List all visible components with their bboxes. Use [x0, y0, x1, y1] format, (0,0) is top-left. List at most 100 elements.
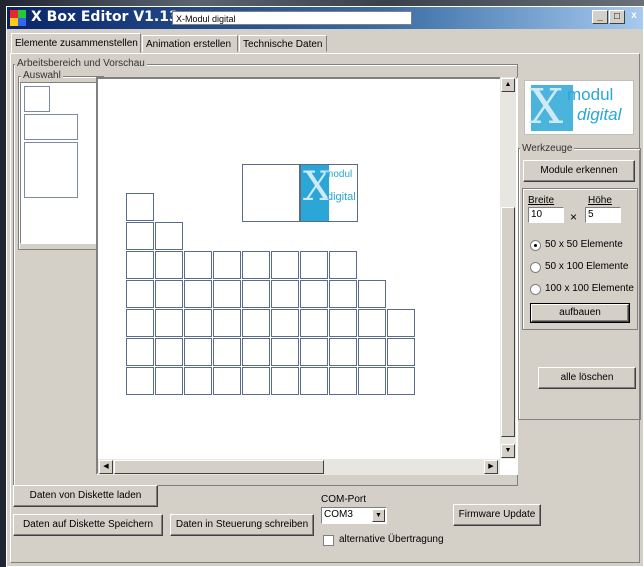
grid-cell[interactable] [242, 309, 270, 337]
grid-cell[interactable] [242, 338, 270, 366]
height-label: Höhe [588, 195, 612, 206]
grid-cell[interactable] [329, 338, 357, 366]
grid-cell[interactable] [126, 251, 154, 279]
grid-cell[interactable] [358, 338, 386, 366]
grid-cell[interactable] [271, 280, 299, 308]
logo-text-modul: modul [567, 85, 614, 104]
grid-cell[interactable] [358, 309, 386, 337]
vertical-scroll-thumb[interactable] [501, 207, 515, 437]
grid-cell[interactable] [184, 338, 212, 366]
grid-cell[interactable] [184, 367, 212, 395]
grid-cell-large[interactable] [242, 164, 300, 222]
grid-cell[interactable] [126, 309, 154, 337]
grid-cell[interactable] [271, 338, 299, 366]
alt-transfer-checkbox[interactable] [323, 535, 334, 546]
radio-100x100[interactable] [530, 284, 541, 295]
grid-cell[interactable] [155, 280, 183, 308]
grid-cell[interactable] [387, 367, 415, 395]
grid-cell[interactable] [387, 309, 415, 337]
grid-cell[interactable] [300, 251, 328, 279]
grid-cell[interactable] [126, 193, 154, 221]
grid-cell[interactable] [126, 280, 154, 308]
maximize-button[interactable]: □ [609, 10, 625, 24]
app-window: X Box Editor V1.13 X-Modul digital _ □ x… [6, 6, 644, 567]
grid-cell[interactable] [242, 251, 270, 279]
width-input[interactable]: 10 [528, 207, 564, 223]
grid-cell[interactable] [213, 367, 241, 395]
grid-cell[interactable] [155, 251, 183, 279]
preview-canvas[interactable]: Xmodul digital [96, 77, 518, 475]
title-bar: X Box Editor V1.13 X-Modul digital _ □ x [7, 7, 643, 29]
xmodul-logo: X modul digital [524, 80, 634, 135]
clear-all-button[interactable]: alle löschen [538, 367, 636, 389]
grid-cell[interactable] [155, 338, 183, 366]
grid-cell[interactable] [300, 367, 328, 395]
grid-cell[interactable] [213, 309, 241, 337]
thumb-100x100[interactable] [24, 142, 78, 198]
grid-cell[interactable] [329, 309, 357, 337]
chevron-down-icon[interactable]: ▼ [372, 509, 385, 522]
app-icon [10, 10, 26, 26]
grid-cell[interactable] [155, 309, 183, 337]
tab-technische-daten[interactable]: Technische Daten [239, 35, 327, 52]
grid-cell[interactable] [126, 222, 154, 250]
grid-cell[interactable] [300, 309, 328, 337]
firmware-update-button[interactable]: Firmware Update [453, 504, 541, 526]
com-port-label: COM-Port [321, 494, 366, 505]
grid-cell[interactable] [184, 280, 212, 308]
grid-cell-logo[interactable]: Xmodul digital [300, 164, 358, 222]
grid-cell[interactable] [300, 338, 328, 366]
title-field: X-Modul digital [172, 11, 412, 25]
grid-cell[interactable] [329, 280, 357, 308]
grid-cell[interactable] [155, 222, 183, 250]
grid-cell[interactable] [126, 338, 154, 366]
com-port-select[interactable]: COM3 ▼ [321, 507, 387, 524]
work-area-label: Arbeitsbereich und Vorschau [15, 58, 147, 69]
build-button[interactable]: aufbauen [530, 303, 630, 323]
grid-cell[interactable] [358, 367, 386, 395]
grid-cell[interactable] [271, 367, 299, 395]
scroll-left-icon[interactable]: ◀ [99, 460, 113, 474]
minimize-button[interactable]: _ [592, 10, 608, 24]
horizontal-scrollbar[interactable]: ◀ ▶ [98, 459, 500, 475]
tab-animation[interactable]: Animation erstellen [142, 35, 238, 52]
tools-label: Werkzeuge [520, 143, 575, 154]
height-input[interactable]: 5 [585, 207, 621, 223]
scroll-up-icon[interactable]: ▲ [501, 78, 515, 92]
grid-cell[interactable] [242, 367, 270, 395]
thumb-50x100[interactable] [24, 114, 78, 140]
grid-cell[interactable] [387, 338, 415, 366]
grid-cell[interactable] [213, 280, 241, 308]
radio-50x50[interactable] [530, 240, 541, 251]
status-strip [10, 563, 640, 566]
selection-label: Auswahl [21, 70, 63, 81]
times-sign: × [570, 210, 578, 224]
tab-elemente[interactable]: Elemente zusammenstellen [11, 33, 141, 53]
grid-cell[interactable] [329, 251, 357, 279]
radio-50x100[interactable] [530, 262, 541, 273]
scroll-right-icon[interactable]: ▶ [484, 460, 498, 474]
vertical-scrollbar[interactable]: ▲ ▼ [500, 77, 516, 459]
option-50x50-label: 50 x 50 Elemente [545, 239, 623, 250]
grid-cell[interactable] [271, 251, 299, 279]
grid-cell[interactable] [213, 338, 241, 366]
close-button[interactable]: x [626, 10, 642, 24]
grid-cell[interactable] [184, 309, 212, 337]
save-disk-button[interactable]: Daten auf Diskette Speichern [13, 514, 163, 536]
grid-cell[interactable] [242, 280, 270, 308]
grid-cell[interactable] [184, 251, 212, 279]
grid-cell[interactable] [300, 280, 328, 308]
grid-cell[interactable] [155, 367, 183, 395]
grid-cell[interactable] [358, 280, 386, 308]
write-controller-button[interactable]: Daten in Steuerung schreiben [170, 514, 314, 536]
grid-cell[interactable] [271, 309, 299, 337]
scroll-down-icon[interactable]: ▼ [501, 444, 515, 458]
logo-text-digital: digital [577, 105, 622, 124]
horizontal-scroll-thumb[interactable] [114, 460, 324, 474]
grid-cell[interactable] [213, 251, 241, 279]
thumb-50x50[interactable] [24, 86, 50, 112]
load-disk-button[interactable]: Daten von Diskette laden [13, 485, 158, 507]
detect-modules-button[interactable]: Module erkennen [523, 160, 635, 182]
grid-cell[interactable] [329, 367, 357, 395]
grid-cell[interactable] [126, 367, 154, 395]
